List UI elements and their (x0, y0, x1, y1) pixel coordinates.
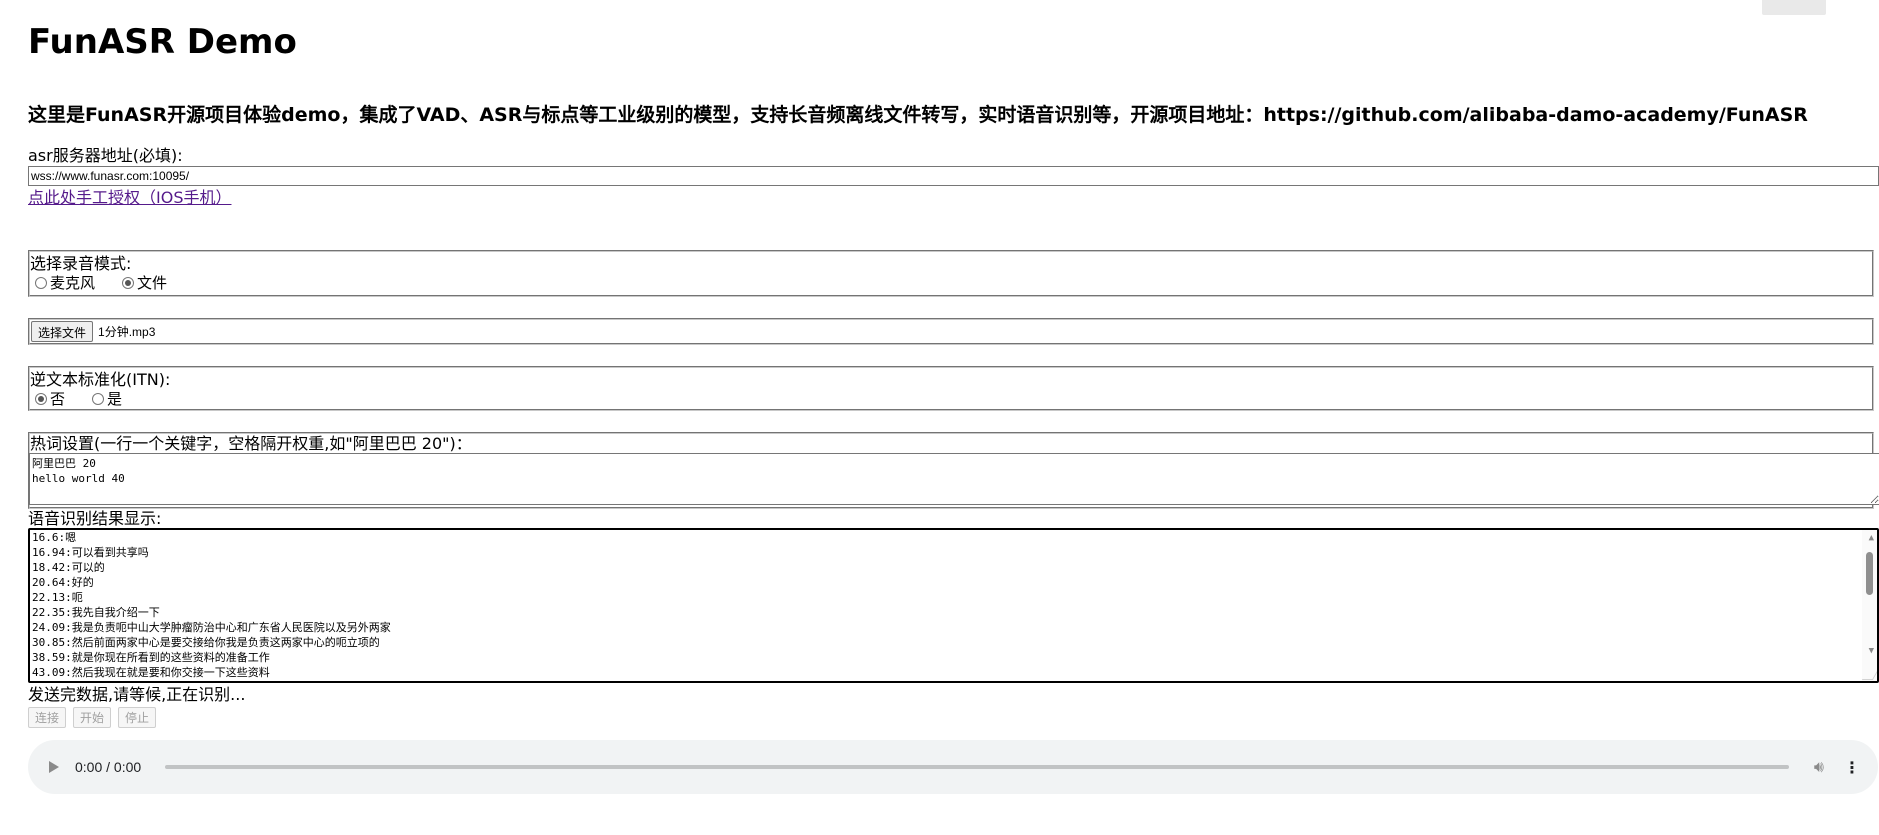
choose-file-button[interactable]: 选择文件 (31, 321, 94, 342)
file-name: 1分钟.mp3 (98, 325, 156, 339)
itn-label: 逆文本标准化(ITN): (30, 370, 171, 389)
hotword-textarea[interactable]: 阿里巴巴 20 hello world 40 (29, 453, 1879, 505)
page-subtitle: 这里是FunASR开源项目体验demo，集成了VAD、ASR与标点等工业级别的模… (28, 104, 1808, 126)
file-upload-group: 选择文件 1分钟.mp3 (28, 318, 1874, 345)
itn-no-label: 否 (50, 390, 66, 408)
file-radio-label: 文件 (137, 274, 168, 292)
result-line: 16.6:嗯 (32, 531, 77, 544)
itn-no-radio[interactable] (35, 393, 47, 405)
status-text: 发送完数据,请等候,正在识别... (28, 685, 246, 704)
audio-time: 0:00 / 0:00 (75, 759, 142, 775)
audio-progress-bar[interactable] (165, 765, 1789, 769)
itn-options: 否 是 (30, 390, 1872, 408)
itn-yes-label: 是 (107, 390, 123, 408)
more-options-icon[interactable]: ⋮ (1844, 758, 1860, 777)
server-address-input[interactable] (28, 166, 1879, 186)
start-button[interactable]: 开始 (73, 707, 112, 728)
result-line: 24.09:我是负责呃中山大学肿瘤防治中心和广东省人民医院以及另外两家 (32, 621, 391, 634)
scroll-up-icon[interactable]: ▲ (1869, 531, 1874, 546)
result-line: 16.94:可以看到共享吗 (32, 546, 149, 559)
scroll-down-icon[interactable]: ▼ (1869, 644, 1874, 659)
volume-icon[interactable]: 🔊︎ (1814, 757, 1824, 777)
result-line: 43.09:然后我现在就是要和你交接一下这些资料 (32, 666, 270, 679)
mic-radio-label: 麦克风 (50, 274, 96, 292)
result-line: 38.59:就是你现在所看到的这些资料的准备工作 (32, 651, 270, 664)
audio-player: 0:00 / 0:00 🔊︎ ⋮ (28, 740, 1878, 794)
result-textarea[interactable]: 16.6:嗯 16.94:可以看到共享吗 18.42:可以的 20.64:好的 22.1… (28, 528, 1879, 683)
page-title: FunASR Demo (28, 22, 297, 62)
server-label: asr服务器地址(必填): (28, 146, 183, 165)
result-line: 18.42:可以的 (32, 561, 105, 574)
result-line: 22.13:呃 (32, 591, 83, 604)
result-line: 22.35:我先自我介绍一下 (32, 606, 160, 619)
play-icon[interactable] (49, 761, 59, 773)
result-lines: 16.6:嗯 16.94:可以看到共享吗 18.42:可以的 20.64:好的 22.1… (32, 530, 1875, 680)
itn-group: 逆文本标准化(ITN): 否 是 (28, 366, 1874, 411)
hotword-group: 热词设置(一行一个关键字，空格隔开权重,如"阿里巴巴 20")： 阿里巴巴 20… (28, 432, 1879, 509)
result-line: 20.64:好的 (32, 576, 94, 589)
ios-auth-link[interactable]: 点此处手工授权（IOS手机） (28, 188, 231, 208)
result-label: 语音识别结果显示: (28, 509, 162, 528)
result-line: 30.85:然后前面两家中心是要交接给你我是负责这两家中心的呃立项的 (32, 636, 380, 649)
file-radio[interactable] (122, 277, 135, 289)
record-mode-label: 选择录音模式: (30, 254, 132, 273)
hotword-label: 热词设置(一行一个关键字，空格隔开权重,如"阿里巴巴 20")： (30, 434, 472, 453)
page: FunASR Demo 这里是FunASR开源项目体验demo，集成了VAD、A… (0, 0, 1879, 794)
corner-button[interactable] (1762, 0, 1826, 15)
result-scrollbar[interactable]: ▲ ▼ (1862, 530, 1877, 681)
stop-button[interactable]: 停止 (118, 707, 157, 728)
itn-yes-radio[interactable] (92, 393, 105, 405)
control-buttons: 连接 开始 停止 (28, 707, 1879, 728)
scroll-thumb[interactable] (1866, 552, 1873, 595)
record-mode-options: 麦克风 文件 (30, 274, 1872, 292)
record-mode-group: 选择录音模式: 麦克风 文件 (28, 250, 1874, 297)
mic-radio[interactable] (35, 277, 47, 289)
connect-button[interactable]: 连接 (28, 707, 67, 728)
